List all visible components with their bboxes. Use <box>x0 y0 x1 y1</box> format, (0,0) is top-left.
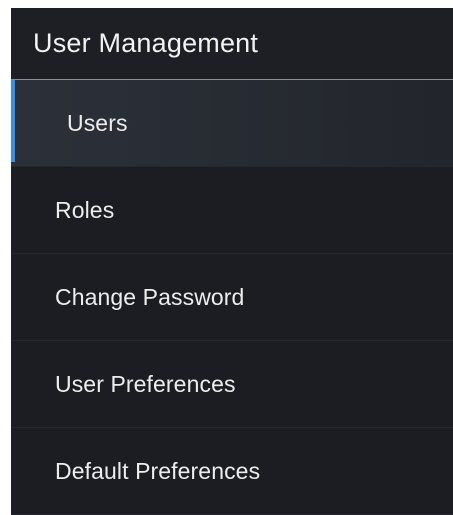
panel-title: User Management <box>33 28 259 58</box>
nav-item-label: Default Preferences <box>55 457 261 484</box>
panel-header: User Management <box>11 8 453 80</box>
nav-item-label: Change Password <box>55 283 245 310</box>
nav-item-change-password[interactable]: Change Password <box>11 254 453 341</box>
nav-item-user-preferences[interactable]: User Preferences <box>11 341 453 428</box>
nav-item-label: Users <box>67 109 128 136</box>
nav-item-users[interactable]: Users <box>11 80 453 167</box>
nav-item-label: Roles <box>55 196 115 223</box>
nav-item-default-preferences[interactable]: Default Preferences <box>11 428 453 515</box>
user-management-panel: User Management Users Roles Change Passw… <box>11 8 453 515</box>
nav-item-label: User Preferences <box>55 370 236 397</box>
user-management-nav: Users Roles Change Password User Prefere… <box>11 80 453 515</box>
nav-item-roles[interactable]: Roles <box>11 167 453 254</box>
